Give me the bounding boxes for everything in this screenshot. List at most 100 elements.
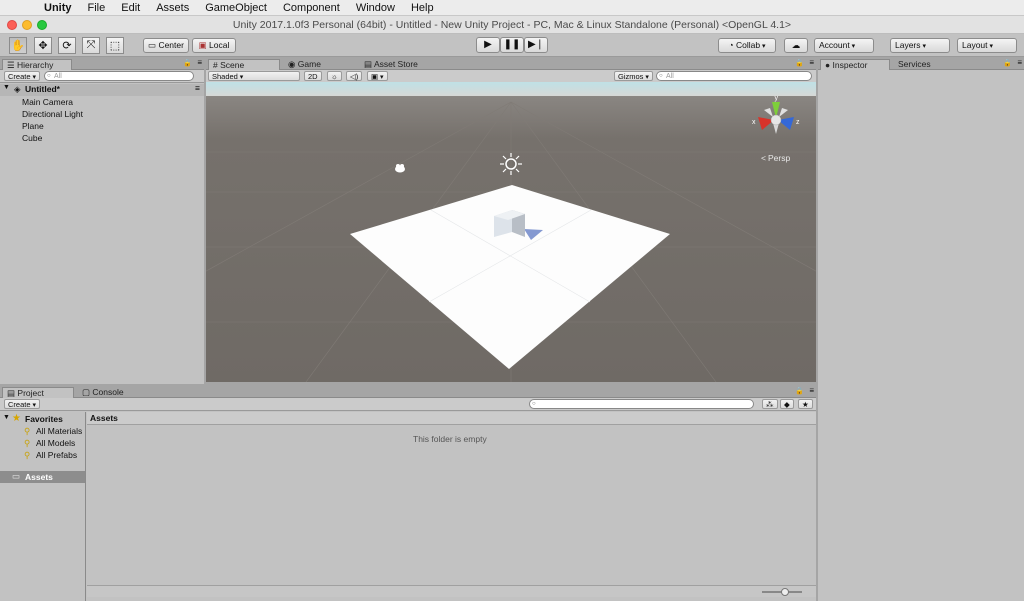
layout-dropdown[interactable]: Layout xyxy=(957,38,1017,53)
assets-folder-row[interactable]: ▭ Assets xyxy=(0,471,85,483)
breadcrumb-assets[interactable]: Assets xyxy=(90,413,118,423)
inspector-lock-icon[interactable]: 🔒 xyxy=(1003,59,1012,67)
scene-lock-icon[interactable]: 🔒 xyxy=(795,59,804,67)
gizmos-dropdown[interactable]: Gizmos xyxy=(614,71,653,81)
menu-component[interactable]: Component xyxy=(275,0,348,16)
scale-tool-button[interactable]: ⤧ xyxy=(82,37,100,54)
filter-label-button[interactable]: ◆ xyxy=(780,399,794,409)
tab-services[interactable]: Services xyxy=(894,59,954,70)
persp-label[interactable]: Persp xyxy=(768,153,790,163)
project-tree: ▼ ★ Favorites ⚲ All Materials ⚲ All Mode… xyxy=(0,412,86,601)
star-icon: ★ xyxy=(802,400,809,409)
empty-folder-message: This folder is empty xyxy=(413,434,487,444)
cloud-button[interactable]: ☁ xyxy=(784,38,808,53)
hierarchy-search-input[interactable]: All xyxy=(44,71,194,81)
layout-label: Layout xyxy=(962,40,988,50)
tab-project[interactable]: ▤ Project xyxy=(2,387,74,398)
scene-search-input[interactable]: All xyxy=(656,71,812,81)
scene-root-row[interactable]: ▼ ◈ Untitled* ≡ xyxy=(0,83,204,96)
tab-asset-store[interactable]: ▤ Asset Store xyxy=(360,59,430,70)
hierarchy-item-plane[interactable]: Plane xyxy=(22,121,44,131)
shading-mode-dropdown[interactable]: Shaded xyxy=(208,71,300,81)
hierarchy-item-directional-light[interactable]: Directional Light xyxy=(22,109,83,119)
speaker-icon: ◁) xyxy=(350,72,359,81)
inspector-panel: ● Inspector Services 🔒 ≡ xyxy=(818,58,1024,601)
layers-dropdown[interactable]: Layers xyxy=(890,38,950,53)
favorite-all-models[interactable]: All Models xyxy=(36,438,75,448)
panel-menu-icon[interactable]: ≡ xyxy=(197,58,202,67)
step-button[interactable]: ▶❘ xyxy=(524,37,548,53)
folder-icon: ▭ xyxy=(12,471,21,481)
menu-assets[interactable]: Assets xyxy=(148,0,197,16)
favorite-all-materials[interactable]: All Materials xyxy=(36,426,82,436)
hierarchy-tab-icon: ☰ xyxy=(7,60,17,70)
info-icon: ● xyxy=(825,60,833,70)
lock-icon[interactable]: 🔒 xyxy=(183,59,192,67)
zoom-slider-thumb[interactable] xyxy=(781,588,789,596)
project-create-button[interactable]: Create xyxy=(4,399,40,409)
rotate-tool-button[interactable]: ⟳ xyxy=(58,37,76,54)
favorites-label[interactable]: Favorites xyxy=(25,414,63,424)
account-dropdown[interactable]: Account xyxy=(814,38,874,53)
local-icon: ▣ xyxy=(198,40,210,50)
scene-viewport[interactable]: y x z < Persp xyxy=(206,82,816,382)
favorite-button[interactable]: ★ xyxy=(798,399,813,409)
menu-gameobject[interactable]: GameObject xyxy=(197,0,275,16)
favorite-all-prefabs[interactable]: All Prefabs xyxy=(36,450,77,460)
search-icon: ⚲ xyxy=(24,438,31,448)
expand-arrow-icon[interactable]: ▼ xyxy=(3,84,10,91)
project-search-input[interactable] xyxy=(529,399,754,409)
pause-button[interactable]: ❚❚ xyxy=(500,37,524,53)
sky-band xyxy=(206,82,816,96)
menu-file[interactable]: File xyxy=(80,0,114,16)
filter-type-icon: ⁂ xyxy=(766,400,774,409)
hand-tool-button[interactable]: ✋ xyxy=(9,37,27,54)
hierarchy-item-cube[interactable]: Cube xyxy=(22,133,42,143)
lighting-toggle[interactable]: ☼ xyxy=(327,71,342,81)
tab-inspector[interactable]: ● Inspector xyxy=(820,59,890,70)
hierarchy-item-main-camera[interactable]: Main Camera xyxy=(22,97,73,107)
main-toolbar: ✋ ✥ ⟳ ⤧ ⬚ ▭ Center ▣ Local ▶ ❚❚ ▶❘ ◔ Col… xyxy=(0,34,1024,57)
favorites-expand-icon[interactable]: ▼ xyxy=(3,414,10,421)
project-tabstrip: ▤ Project ▢ Console 🔒 ≡ xyxy=(0,386,816,398)
scene-menu-icon[interactable]: ≡ xyxy=(195,83,200,93)
menu-edit[interactable]: Edit xyxy=(113,0,148,16)
axis-z-label: z xyxy=(796,119,800,126)
unity-scene-icon: ◈ xyxy=(14,84,21,94)
menu-window[interactable]: Window xyxy=(348,0,403,16)
effects-dropdown[interactable]: ▣ xyxy=(367,71,388,81)
search-icon: ⚲ xyxy=(24,450,31,460)
tab-hierarchy[interactable]: ☰ Hierarchy xyxy=(2,59,72,70)
pivot-local-button[interactable]: ▣ Local xyxy=(192,38,236,53)
assets-folder-label: Assets xyxy=(25,472,53,482)
filter-type-button[interactable]: ⁂ xyxy=(762,399,778,409)
inspector-menu-icon[interactable]: ≡ xyxy=(1017,58,1022,67)
cloud-icon: ☁ xyxy=(791,40,801,50)
tab-console[interactable]: ▢ Console xyxy=(78,387,138,398)
pivot-center-button[interactable]: ▭ Center xyxy=(143,38,189,53)
pause-icon: ❚❚ xyxy=(503,39,521,50)
tab-game[interactable]: ◉ Game xyxy=(284,59,344,70)
menu-unity[interactable]: Unity xyxy=(36,0,80,16)
project-menu-icon[interactable]: ≡ xyxy=(809,386,814,395)
project-tab-icon: ▤ xyxy=(7,388,18,398)
toggle-2d-button[interactable]: 2D xyxy=(304,71,322,81)
tab-scene[interactable]: # Scene xyxy=(208,59,280,70)
rect-tool-button[interactable]: ⬚ xyxy=(106,37,124,54)
scene-panel-menu-icon[interactable]: ≡ xyxy=(809,58,814,67)
hierarchy-tab-label: Hierarchy xyxy=(16,60,54,70)
pivot-local-label: Local xyxy=(209,40,230,50)
persp-icon: < xyxy=(761,153,766,163)
play-button[interactable]: ▶ xyxy=(476,37,500,53)
move-tool-button[interactable]: ✥ xyxy=(34,37,52,54)
hierarchy-create-button[interactable]: Create xyxy=(4,71,40,81)
scene-name: Untitled* xyxy=(25,84,60,94)
audio-toggle[interactable]: ◁) xyxy=(346,71,363,81)
project-lock-icon[interactable]: 🔒 xyxy=(795,387,804,395)
asset-store-icon: ▤ xyxy=(364,59,374,69)
menu-help[interactable]: Help xyxy=(403,0,442,16)
pivot-icon: ▭ xyxy=(148,40,159,50)
tab-services-label: Services xyxy=(898,59,931,69)
collab-dropdown[interactable]: ◔ Collab xyxy=(718,38,776,53)
hierarchy-create-label: Create xyxy=(8,72,31,81)
